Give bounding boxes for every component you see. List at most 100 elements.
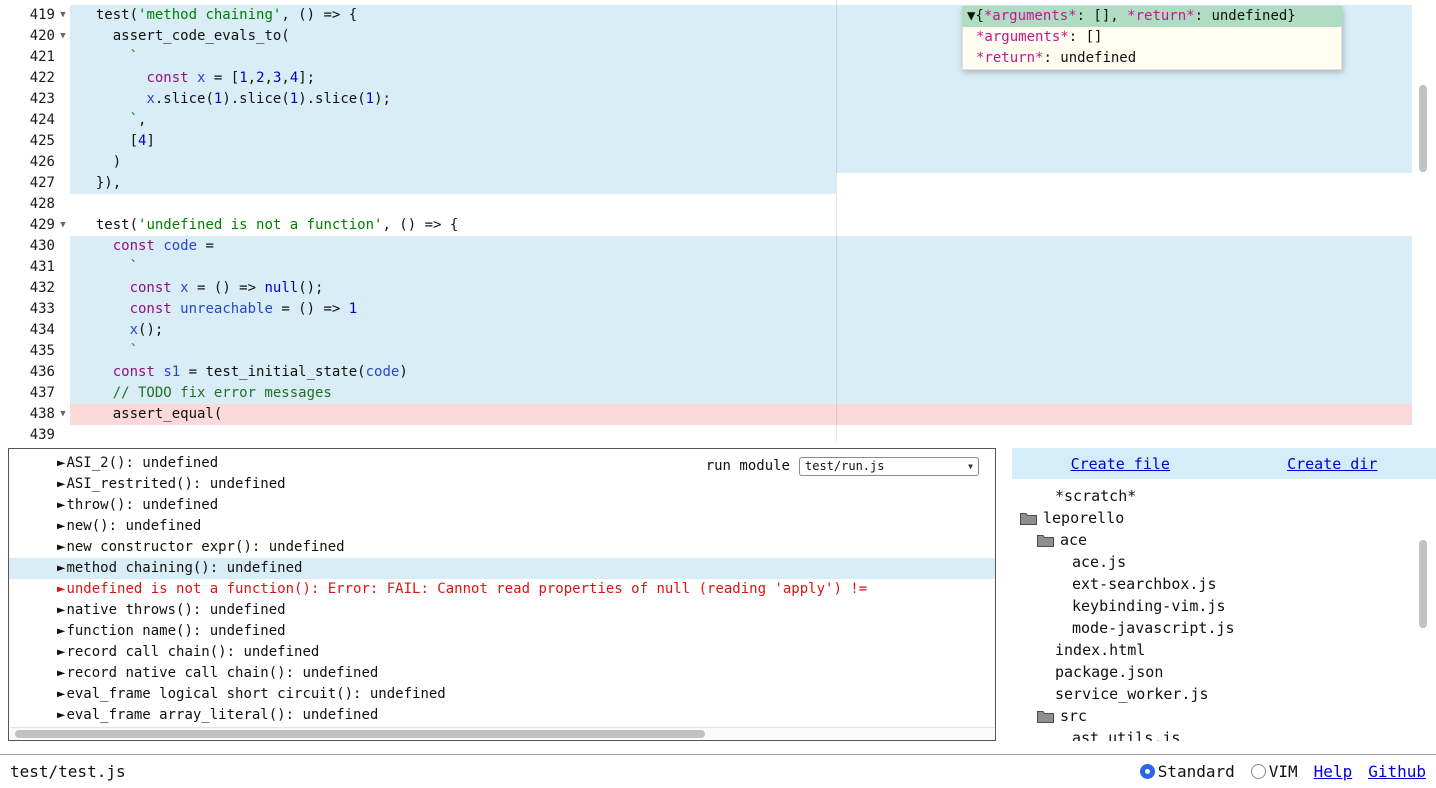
code-line-438[interactable]: 438▼ assert_equal( <box>0 404 1436 425</box>
tree-item-label: ext-searchbox.js <box>1072 575 1217 593</box>
code-token <box>172 280 180 296</box>
code-text: }), <box>79 173 121 194</box>
tree-file-service-worker-js[interactable]: service_worker.js <box>1012 683 1436 705</box>
line-highlight <box>70 404 1412 425</box>
tree-file-package-json[interactable]: package.json <box>1012 661 1436 683</box>
module-select[interactable]: test/run.js ▼ <box>799 457 979 476</box>
code-token: = [ <box>205 70 239 86</box>
results-hscrollbar-thumb[interactable] <box>15 730 705 738</box>
tree-folder-ace[interactable]: ace <box>1012 529 1436 551</box>
test-result-item[interactable]: ►new constructor expr(): undefined <box>9 537 995 558</box>
code-line-424[interactable]: 424 `, <box>0 110 1436 131</box>
fold-marker-icon[interactable]: ▼ <box>56 26 70 47</box>
tree-file-ast-utils-js[interactable]: ast_utils.js <box>1012 727 1436 741</box>
keybinding-standard-option[interactable]: Standard <box>1140 762 1235 781</box>
code-token: 1 <box>290 91 298 107</box>
code-line-423[interactable]: 423 x.slice(1).slice(1).slice(1); <box>0 89 1436 110</box>
expand-triangle-icon[interactable]: ► <box>57 476 65 492</box>
code-token: x <box>146 91 154 107</box>
test-result-label: ASI_2(): undefined <box>66 455 218 471</box>
code-token: ] <box>146 133 154 149</box>
fold-marker-icon[interactable]: ▼ <box>56 215 70 236</box>
code-token: unreachable <box>180 301 273 317</box>
fold-marker-icon[interactable]: ▼ <box>56 404 70 425</box>
test-result-item[interactable]: ►undefined is not a function(): Error: F… <box>9 579 995 600</box>
module-select-value: test/run.js <box>805 456 884 477</box>
code-line-427[interactable]: 427 }), <box>0 173 1436 194</box>
code-line-433[interactable]: 433 const unreachable = () => 1 <box>0 299 1436 320</box>
expand-triangle-icon[interactable]: ► <box>57 665 65 681</box>
results-hscrollbar[interactable] <box>10 727 994 739</box>
radio-unselected-icon[interactable] <box>1251 764 1266 779</box>
tree-file-scratch[interactable]: *scratch* <box>1012 485 1436 507</box>
fold-marker-icon[interactable]: ▼ <box>56 5 70 26</box>
editor-scrollbar-thumb[interactable] <box>1419 85 1427 172</box>
expand-triangle-icon[interactable]: ► <box>57 644 65 660</box>
expand-triangle-icon[interactable]: ► <box>57 518 65 534</box>
test-result-item[interactable]: ►ASI_restrited(): undefined <box>9 474 995 495</box>
code-token: 'undefined is not a function' <box>138 217 382 233</box>
folder-icon <box>1020 512 1037 525</box>
code-token: s1 <box>163 364 180 380</box>
chevron-down-icon: ▼ <box>968 456 973 477</box>
test-result-item[interactable]: ►method chaining(): undefined <box>9 558 995 579</box>
expand-triangle-icon[interactable]: ► <box>57 560 65 576</box>
help-link[interactable]: Help <box>1314 762 1353 781</box>
code-line-432[interactable]: 432 const x = () => null(); <box>0 278 1436 299</box>
test-result-item[interactable]: ►native throws(): undefined <box>9 600 995 621</box>
tree-file-ext-searchbox-js[interactable]: ext-searchbox.js <box>1012 573 1436 595</box>
code-line-431[interactable]: 431 ` <box>0 257 1436 278</box>
test-result-item[interactable]: ►eval_frame logical short circuit(): und… <box>9 684 995 705</box>
code-line-435[interactable]: 435 ` <box>0 341 1436 362</box>
tooltip-header[interactable]: ▼{*arguments*: [], *return*: undefined} <box>962 6 1342 27</box>
line-number: 426 <box>0 152 55 173</box>
code-token: : undefined <box>1043 50 1136 66</box>
code-line-430[interactable]: 430 const code = <box>0 236 1436 257</box>
tree-folder-src[interactable]: src <box>1012 705 1436 727</box>
code-line-428[interactable]: 428 <box>0 194 1436 215</box>
code-editor[interactable]: 419▼ test('method chaining', () => {420▼… <box>0 0 1436 441</box>
tree-file-ace-js[interactable]: ace.js <box>1012 551 1436 573</box>
file-tree-panel: Create file Create dir *scratch*leporell… <box>1012 448 1436 741</box>
code-token: , <box>265 70 273 86</box>
code-line-422[interactable]: 422 const x = [1,2,3,4]; <box>0 68 1436 89</box>
code-line-434[interactable]: 434 x(); <box>0 320 1436 341</box>
expand-triangle-icon[interactable]: ► <box>57 581 65 597</box>
test-result-item[interactable]: ►function name(): undefined <box>9 621 995 642</box>
tree-file-index-html[interactable]: index.html <box>1012 639 1436 661</box>
github-link[interactable]: Github <box>1368 762 1426 781</box>
code-token <box>189 70 197 86</box>
tree-item-label: index.html <box>1055 641 1145 659</box>
code-line-437[interactable]: 437 // TODO fix error messages <box>0 383 1436 404</box>
code-line-425[interactable]: 425 [4] <box>0 131 1436 152</box>
code-line-436[interactable]: 436 const s1 = test_initial_state(code) <box>0 362 1436 383</box>
expand-triangle-icon[interactable]: ► <box>57 707 65 723</box>
expand-triangle-icon[interactable]: ► <box>57 623 65 639</box>
expand-triangle-icon[interactable]: ► <box>57 539 65 555</box>
expand-triangle-icon[interactable]: ► <box>57 602 65 618</box>
expand-triangle-icon[interactable]: ► <box>57 455 65 471</box>
line-highlight <box>70 341 1412 362</box>
test-result-item[interactable]: ►record native call chain(): undefined <box>9 663 995 684</box>
radio-selected-icon[interactable] <box>1140 764 1155 779</box>
test-result-item[interactable]: ►throw(): undefined <box>9 495 995 516</box>
code-token: ) <box>79 154 121 170</box>
tree-scrollbar-thumb[interactable] <box>1419 540 1427 628</box>
test-result-item[interactable]: ►record call chain(): undefined <box>9 642 995 663</box>
tree-item-label: ace <box>1060 531 1087 549</box>
expand-triangle-icon[interactable]: ► <box>57 686 65 702</box>
code-line-439[interactable]: 439 <box>0 425 1436 441</box>
test-result-label: method chaining(): undefined <box>66 560 302 576</box>
test-result-item[interactable]: ►new(): undefined <box>9 516 995 537</box>
tree-folder-leporello[interactable]: leporello <box>1012 507 1436 529</box>
tree-file-keybinding-vim-js[interactable]: keybinding-vim.js <box>1012 595 1436 617</box>
keybinding-vim-option[interactable]: VIM <box>1251 762 1298 781</box>
code-line-426[interactable]: 426 ) <box>0 152 1436 173</box>
line-number: 439 <box>0 425 55 441</box>
expand-triangle-icon[interactable]: ► <box>57 497 65 513</box>
create-dir-link[interactable]: Create dir <box>1287 455 1377 473</box>
tree-file-mode-javascript-js[interactable]: mode-javascript.js <box>1012 617 1436 639</box>
test-result-item[interactable]: ►eval_frame array_literal(): undefined <box>9 705 995 726</box>
create-file-link[interactable]: Create file <box>1071 455 1170 473</box>
code-line-429[interactable]: 429▼ test('undefined is not a function',… <box>0 215 1436 236</box>
